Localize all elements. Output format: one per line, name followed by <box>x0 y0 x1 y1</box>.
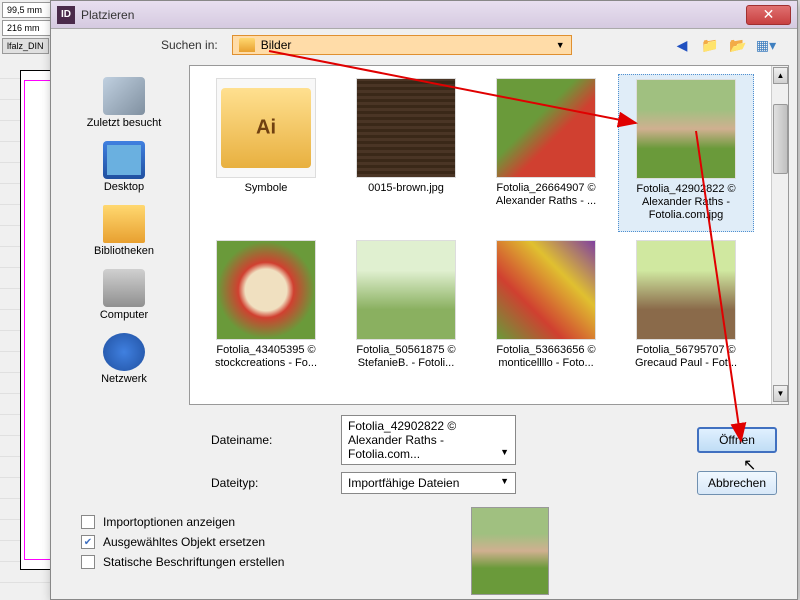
dialog-title: Platzieren <box>81 8 746 22</box>
cancel-button[interactable]: Abbrechen <box>697 471 777 495</box>
sidebar-item-label: Netzwerk <box>101 373 147 385</box>
ruler-y: 216 mm <box>2 20 53 36</box>
sidebar-item-label: Zuletzt besucht <box>87 117 162 129</box>
recent-icon <box>103 77 145 115</box>
sidebar-item-label: Bibliotheken <box>94 245 154 257</box>
up-folder-icon[interactable]: 📁 <box>699 34 721 56</box>
scrollbar-vertical[interactable]: ▲ ▼ <box>771 66 788 404</box>
place-dialog: ID Platzieren ✕ Suchen in: Bilder ▼ ◀ 📁 … <box>50 0 798 600</box>
sidebar-item-network[interactable]: Netzwerk <box>63 329 185 389</box>
filetype-label: Dateityp: <box>211 476 331 490</box>
sidebar-item-computer[interactable]: Computer <box>63 265 185 325</box>
image-thumb <box>636 79 736 179</box>
sidebar-item-desktop[interactable]: Desktop <box>63 137 185 197</box>
checkbox-icon <box>81 555 95 569</box>
checkbox-label: Ausgewähltes Objekt ersetzen <box>103 535 265 549</box>
image-thumb <box>356 78 456 178</box>
folder-thumb-icon <box>221 88 311 168</box>
scroll-up-icon[interactable]: ▲ <box>773 67 788 84</box>
file-label: Symbole <box>245 182 288 195</box>
preview-thumbnail <box>471 507 549 595</box>
file-item[interactable]: 0015-brown.jpg <box>338 74 474 232</box>
folder-icon <box>239 38 255 52</box>
filename-label: Dateiname: <box>211 433 331 447</box>
file-item-folder[interactable]: Symbole <box>198 74 334 232</box>
image-thumb <box>356 240 456 340</box>
file-label: Fotolia_56795707 © Grecaud Paul - Fot... <box>622 344 750 370</box>
checkbox-static-captions[interactable]: Statische Beschriftungen erstellen <box>81 555 767 569</box>
file-label: 0015-brown.jpg <box>368 182 444 195</box>
back-icon[interactable]: ◀ <box>671 34 693 56</box>
checkbox-replace-selected[interactable]: ✔ Ausgewähltes Objekt ersetzen <box>81 535 767 549</box>
file-item[interactable]: Fotolia_56795707 © Grecaud Paul - Fot... <box>618 236 754 394</box>
checkbox-label: Statische Beschriftungen erstellen <box>103 555 284 569</box>
sidebar-item-recent[interactable]: Zuletzt besucht <box>63 73 185 133</box>
file-item[interactable]: Fotolia_26664907 © Alexander Raths - ... <box>478 74 614 232</box>
ruler-x: 99,5 mm <box>2 2 53 18</box>
file-list[interactable]: Symbole 0015-brown.jpg Fotolia_26664907 … <box>189 65 789 405</box>
indesign-background: 99,5 mm 216 mm lfalz_DIN <box>0 0 55 600</box>
close-button[interactable]: ✕ <box>746 5 791 25</box>
file-item[interactable]: Fotolia_53663656 © monticellllo - Foto..… <box>478 236 614 394</box>
scroll-down-icon[interactable]: ▼ <box>773 385 788 402</box>
folder-name: Bilder <box>261 38 292 52</box>
file-label: Fotolia_50561875 © StefanieB. - Fotoli..… <box>342 344 470 370</box>
page-margin <box>24 80 52 560</box>
image-thumb <box>496 78 596 178</box>
new-folder-icon[interactable]: 📂 <box>727 34 749 56</box>
search-in-label: Suchen in: <box>161 38 218 52</box>
titlebar[interactable]: ID Platzieren ✕ <box>51 1 797 29</box>
computer-icon <box>103 269 145 307</box>
sidebar-item-label: Desktop <box>104 181 144 193</box>
image-thumb <box>496 240 596 340</box>
folder-dropdown[interactable]: Bilder ▼ <box>232 35 572 55</box>
network-icon <box>103 333 145 371</box>
file-item-selected[interactable]: Fotolia_42902822 © Alexander Raths - Fot… <box>618 74 754 232</box>
file-item[interactable]: Fotolia_43405395 © stockcreations - Fo..… <box>198 236 334 394</box>
image-thumb <box>636 240 736 340</box>
view-menu-icon[interactable]: ▦▾ <box>755 34 777 56</box>
file-item[interactable]: Fotolia_50561875 © StefanieB. - Fotoli..… <box>338 236 474 394</box>
file-label: Fotolia_26664907 © Alexander Raths - ... <box>482 182 610 208</box>
image-thumb <box>216 240 316 340</box>
app-icon: ID <box>57 6 75 24</box>
checkbox-import-options[interactable]: Importoptionen anzeigen <box>81 515 767 529</box>
file-label: Fotolia_42902822 © Alexander Raths - Fot… <box>623 183 749 223</box>
file-label: Fotolia_53663656 © monticellllo - Foto..… <box>482 344 610 370</box>
checkbox-label: Importoptionen anzeigen <box>103 515 235 529</box>
file-label: Fotolia_43405395 © stockcreations - Fo..… <box>202 344 330 370</box>
filename-input[interactable]: Fotolia_42902822 © Alexander Raths - Fot… <box>341 415 516 465</box>
desktop-icon <box>103 141 145 179</box>
chevron-down-icon: ▼ <box>556 40 565 50</box>
filetype-dropdown[interactable]: Importfähige Dateien ▼ <box>341 472 516 494</box>
scroll-thumb[interactable] <box>773 104 788 174</box>
places-sidebar: Zuletzt besucht Desktop Bibliotheken Com… <box>59 65 189 405</box>
checkbox-icon <box>81 515 95 529</box>
checkbox-icon: ✔ <box>81 535 95 549</box>
libraries-icon <box>103 205 145 243</box>
document-tab[interactable]: lfalz_DIN <box>2 38 49 54</box>
open-button[interactable]: Öffnen <box>697 427 777 453</box>
sidebar-item-label: Computer <box>100 309 148 321</box>
sidebar-item-libraries[interactable]: Bibliotheken <box>63 201 185 261</box>
